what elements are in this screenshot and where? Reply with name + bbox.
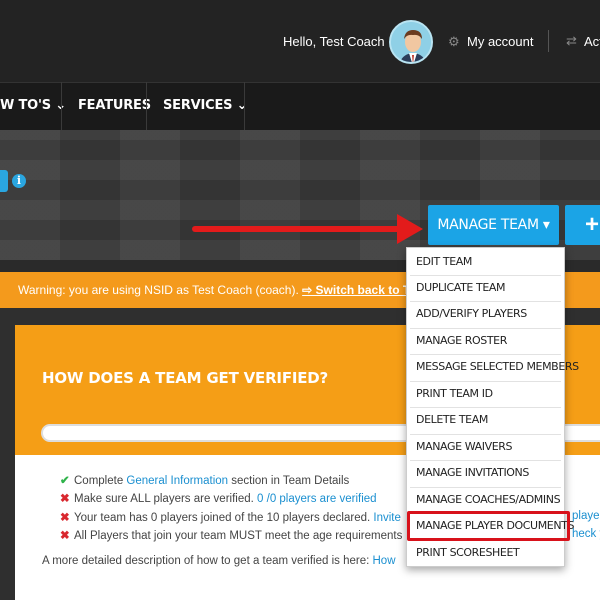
red-arrow-shaft (192, 226, 404, 232)
info-icon[interactable]: i (12, 174, 26, 188)
menu-item-delete-team[interactable]: DELETE TEAM (410, 407, 561, 433)
requirement-item: ✖ Your team has 0 players joined of the 1… (60, 512, 401, 524)
menu-item-message-selected-members[interactable]: MESSAGE SELECTED MEMBERS (410, 354, 579, 380)
action-link[interactable]: Act (584, 34, 600, 49)
players-verified-link[interactable]: 0 /0 players are verified (257, 493, 377, 505)
nav-divider (244, 82, 245, 130)
menu-item-add-verify-players[interactable]: ADD/VERIFY PLAYERS (410, 301, 561, 327)
nav-item-services[interactable]: SERVICES ⌄ (163, 82, 248, 130)
avatar[interactable] (389, 20, 433, 64)
gear-icon: ⚙ (448, 34, 460, 49)
invite-link[interactable]: Invite (373, 512, 401, 524)
how-link[interactable]: How (373, 555, 396, 567)
menu-item-duplicate-team[interactable]: DUPLICATE TEAM (410, 275, 561, 301)
highlight-box (407, 511, 570, 541)
requirement-item: ✔ Complete General Information section in… (60, 475, 350, 487)
nav-divider (61, 82, 62, 130)
cross-icon: ✖ (60, 512, 70, 524)
check-link-fragment[interactable]: heck y (572, 528, 600, 540)
my-account-link[interactable]: My account (467, 34, 533, 49)
check-icon: ✔ (60, 475, 70, 487)
cross-icon: ✖ (60, 530, 70, 542)
warning-text: Warning: you are using NSID as Test Coac… (18, 283, 303, 297)
players-link-fragment[interactable]: players (572, 510, 600, 522)
nav-item-features[interactable]: FEATURES (78, 82, 151, 130)
nav-divider (146, 82, 147, 130)
menu-item-print-scoresheet[interactable]: PRINT SCORESHEET (410, 540, 561, 566)
menu-item-manage-invitations[interactable]: MANAGE INVITATIONS (410, 460, 561, 486)
more-info-text: A more detailed description of how to ge… (42, 555, 396, 567)
verification-title: HOW DOES A TEAM GET VERIFIED? (42, 369, 329, 387)
add-button[interactable]: + (565, 205, 600, 245)
cross-icon: ✖ (60, 493, 70, 505)
swap-icon: ⇄ (566, 33, 577, 48)
nav-item-how-tos[interactable]: W TO'S ⌄ (0, 82, 66, 130)
header-divider (548, 30, 549, 52)
general-information-link[interactable]: General Information (126, 475, 228, 487)
manage-team-button[interactable]: MANAGE TEAM ▾ (428, 205, 559, 245)
menu-item-print-team-id[interactable]: PRINT TEAM ID (410, 381, 561, 407)
red-arrow-head (397, 214, 423, 244)
menu-item-manage-waivers[interactable]: MANAGE WAIVERS (410, 434, 561, 460)
menu-item-manage-coaches-admins[interactable]: MANAGE COACHES/ADMINS (410, 487, 561, 513)
team-badge[interactable] (0, 170, 8, 192)
greeting-text: Hello, Test Coach (283, 34, 385, 49)
requirement-item: ✖ All Players that join your team MUST me… (60, 530, 403, 542)
menu-item-edit-team[interactable]: EDIT TEAM (410, 249, 561, 275)
menu-item-manage-roster[interactable]: MANAGE ROSTER (410, 328, 561, 354)
requirement-item: ✖ Make sure ALL players are verified. 0 /… (60, 493, 377, 505)
